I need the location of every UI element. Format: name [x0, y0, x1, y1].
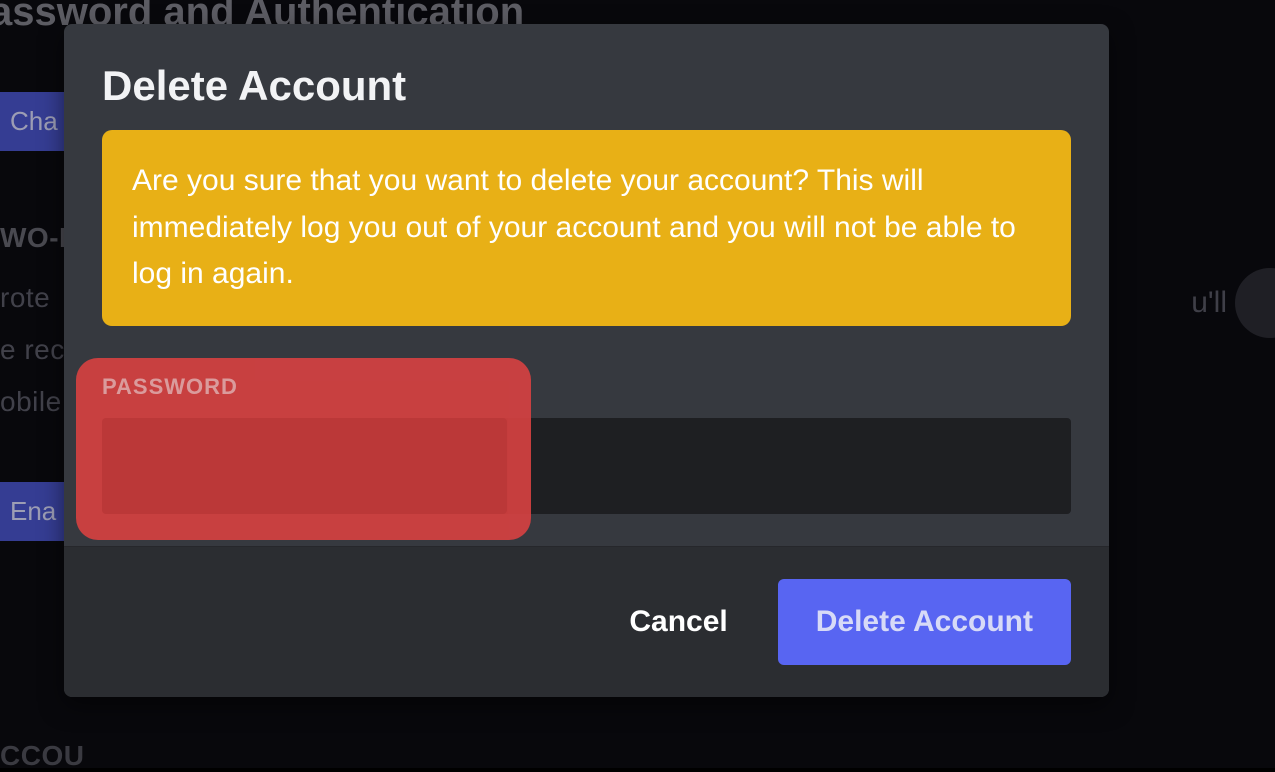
password-section: PASSWORD PASSWORD	[102, 374, 1071, 514]
warning-message: Are you sure that you want to delete you…	[102, 130, 1071, 326]
password-label: PASSWORD	[102, 374, 1071, 400]
modal-title: Delete Account	[102, 62, 1071, 110]
modal-body: Are you sure that you want to delete you…	[64, 130, 1109, 546]
delete-button[interactable]: Delete Account	[778, 579, 1071, 665]
delete-account-modal: Delete Account Are you sure that you wan…	[64, 24, 1109, 697]
modal-header: Delete Account	[64, 24, 1109, 130]
modal-footer: Cancel Delete Account	[64, 546, 1109, 697]
password-input[interactable]	[102, 418, 1071, 514]
cancel-button[interactable]: Cancel	[615, 595, 741, 649]
